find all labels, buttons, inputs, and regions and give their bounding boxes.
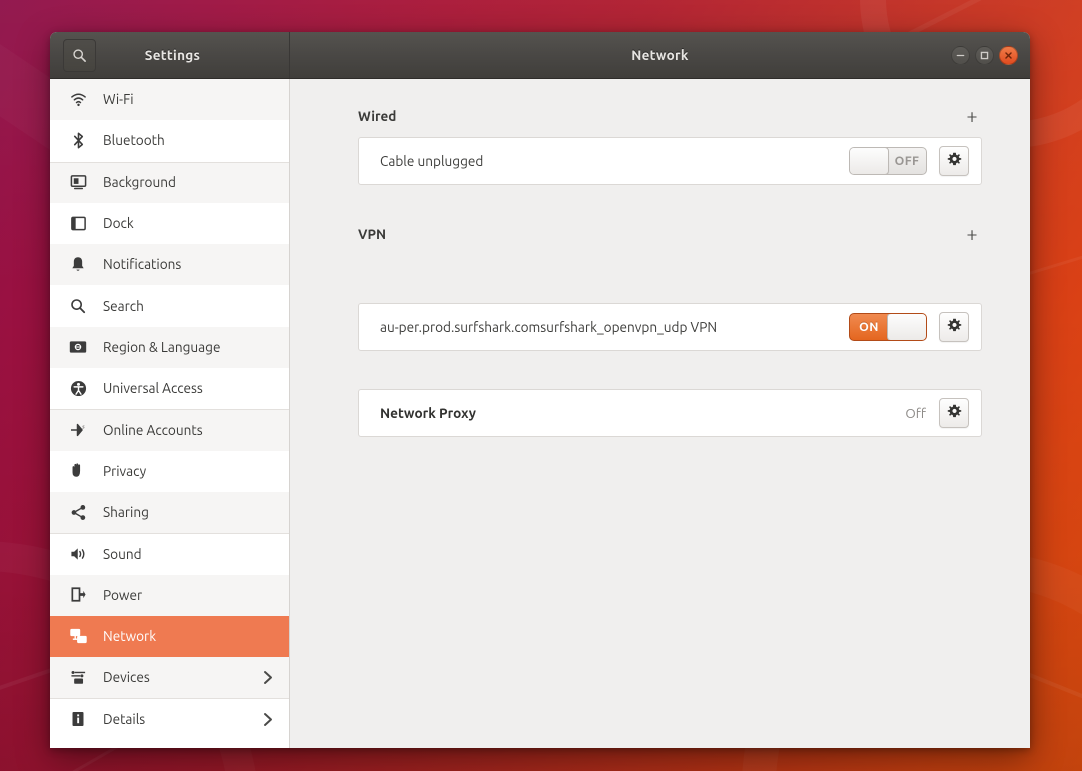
settings-gear-icon bbox=[947, 318, 962, 337]
vpn-name-label: au-per.prod.surfshark.comsurfshark_openv… bbox=[380, 319, 849, 335]
region-language-icon bbox=[68, 337, 88, 357]
window-titlebar: Settings Network bbox=[50, 32, 1030, 79]
sidebar-item-power[interactable]: Power bbox=[50, 575, 289, 616]
search-icon bbox=[72, 48, 87, 63]
sidebar-item-wi-fi[interactable]: Wi-Fi bbox=[50, 79, 289, 120]
sidebar-item-region-language[interactable]: Region & Language bbox=[50, 327, 289, 368]
wired-toggle[interactable]: OFF bbox=[849, 147, 927, 175]
sidebar-item-dock[interactable]: Dock bbox=[50, 203, 289, 244]
vpn-settings-button[interactable] bbox=[939, 312, 969, 342]
chevron-right-icon bbox=[263, 670, 273, 685]
sidebar-item-label: Dock bbox=[103, 215, 134, 231]
desktop-wallpaper: Settings Network bbox=[0, 0, 1082, 771]
close-button[interactable] bbox=[999, 46, 1018, 65]
bell-icon bbox=[68, 254, 88, 274]
dock-icon bbox=[68, 213, 88, 233]
sidebar-item-network[interactable]: Network bbox=[50, 616, 289, 657]
sidebar-item-label: Devices bbox=[103, 669, 150, 685]
search-button[interactable] bbox=[63, 39, 96, 72]
vpn-toggle[interactable]: ON bbox=[849, 313, 927, 341]
svg-text:s: s bbox=[82, 424, 85, 430]
sidebar-item-label: Privacy bbox=[103, 463, 146, 479]
sidebar-item-label: Power bbox=[103, 587, 142, 603]
vpn-section-header: VPN + bbox=[358, 223, 982, 245]
sidebar-item-privacy[interactable]: Privacy bbox=[50, 451, 289, 492]
vpn-connection-row[interactable]: au-per.prod.surfshark.comsurfshark_openv… bbox=[358, 303, 982, 351]
settings-gear-icon bbox=[947, 404, 962, 423]
network-proxy-status: Off bbox=[905, 406, 926, 421]
sidebar-item-label: Online Accounts bbox=[103, 422, 203, 438]
section-title: Wired bbox=[358, 108, 396, 124]
toggle-knob bbox=[887, 313, 927, 341]
search-icon bbox=[68, 296, 88, 316]
add-vpn-connection-button[interactable]: + bbox=[962, 225, 982, 243]
chevron-right-icon bbox=[263, 712, 273, 727]
window-controls bbox=[951, 46, 1018, 65]
sidebar-item-search[interactable]: Search bbox=[50, 285, 289, 326]
wifi-icon bbox=[68, 89, 88, 109]
sidebar-item-label: Wi-Fi bbox=[103, 91, 134, 107]
minimize-button[interactable] bbox=[951, 46, 970, 65]
sidebar-item-label: Network bbox=[103, 628, 156, 644]
settings-sidebar: Wi-Fi Bluetooth bbox=[50, 79, 290, 748]
toggle-state-label: OFF bbox=[888, 148, 926, 174]
wired-settings-button[interactable] bbox=[939, 146, 969, 176]
info-icon bbox=[68, 709, 88, 729]
titlebar-main: Network bbox=[290, 32, 1030, 78]
sidebar-header: Settings bbox=[50, 32, 290, 78]
window-body: Wi-Fi Bluetooth bbox=[50, 79, 1030, 748]
network-settings-panel: Wired + Cable unplugged OFF bbox=[290, 79, 1030, 748]
sidebar-item-sharing[interactable]: Sharing bbox=[50, 492, 289, 533]
devices-icon bbox=[68, 667, 88, 687]
bluetooth-icon bbox=[68, 130, 88, 150]
add-wired-connection-button[interactable]: + bbox=[962, 107, 982, 125]
settings-gear-icon bbox=[947, 152, 962, 171]
sidebar-item-label: Region & Language bbox=[103, 339, 220, 355]
sidebar-item-label: Search bbox=[103, 298, 144, 314]
wired-section-header: Wired + bbox=[358, 105, 982, 127]
sidebar-item-notifications[interactable]: Notifications bbox=[50, 244, 289, 285]
speaker-icon bbox=[68, 544, 88, 564]
online-accounts-icon: s bbox=[68, 420, 88, 440]
sidebar-item-devices[interactable]: Devices bbox=[50, 657, 289, 698]
network-proxy-settings-button[interactable] bbox=[939, 398, 969, 428]
hand-icon bbox=[68, 461, 88, 481]
window-title: Network bbox=[290, 47, 1030, 63]
background-icon bbox=[68, 172, 88, 192]
toggle-state-label: ON bbox=[850, 314, 888, 340]
toggle-knob bbox=[849, 147, 889, 175]
sidebar-item-label: Sharing bbox=[103, 504, 149, 520]
sidebar-item-label: Notifications bbox=[103, 256, 181, 272]
section-title: VPN bbox=[358, 226, 386, 242]
network-proxy-label: Network Proxy bbox=[380, 405, 905, 421]
sidebar-item-sound[interactable]: Sound bbox=[50, 533, 289, 574]
accessibility-icon bbox=[68, 378, 88, 398]
sidebar-item-online-accounts[interactable]: s Online Accounts bbox=[50, 409, 289, 450]
sidebar-item-label: Bluetooth bbox=[103, 132, 165, 148]
sidebar-item-label: Details bbox=[103, 711, 145, 727]
sidebar-title: Settings bbox=[96, 47, 249, 63]
wired-status-label: Cable unplugged bbox=[380, 153, 849, 169]
wired-connection-row[interactable]: Cable unplugged OFF bbox=[358, 137, 982, 185]
sidebar-item-background[interactable]: Background bbox=[50, 162, 289, 203]
sidebar-item-details[interactable]: Details bbox=[50, 698, 289, 739]
network-icon bbox=[68, 626, 88, 646]
network-proxy-row[interactable]: Network Proxy Off bbox=[358, 389, 982, 437]
settings-window: Settings Network bbox=[50, 32, 1030, 748]
sidebar-item-bluetooth[interactable]: Bluetooth bbox=[50, 120, 289, 161]
sidebar-item-label: Universal Access bbox=[103, 380, 203, 396]
maximize-button[interactable] bbox=[975, 46, 994, 65]
power-battery-icon bbox=[68, 585, 88, 605]
sidebar-item-universal-access[interactable]: Universal Access bbox=[50, 368, 289, 409]
sidebar-item-label: Background bbox=[103, 174, 176, 190]
sidebar-item-label: Sound bbox=[103, 546, 142, 562]
share-icon bbox=[68, 502, 88, 522]
